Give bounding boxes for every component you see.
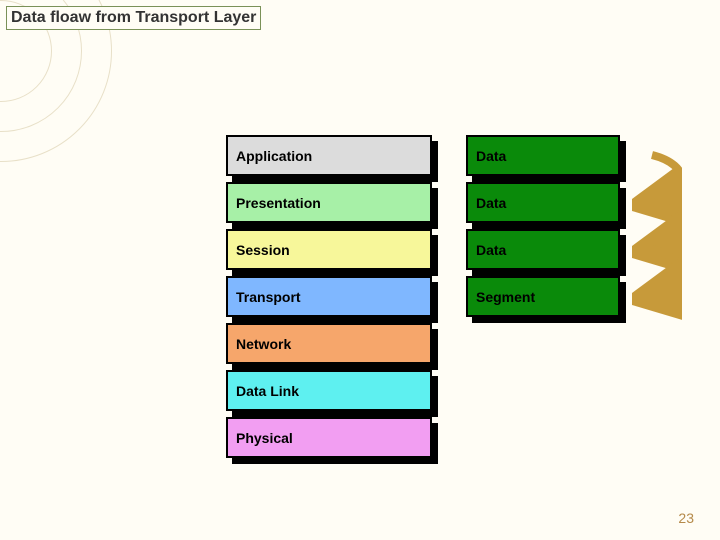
layer-name: Physical — [226, 417, 432, 458]
layer-cell: Physical — [226, 417, 438, 464]
pdu-cell: Segment — [466, 276, 626, 323]
pdu-cell: Data — [466, 182, 626, 229]
layer-row: Presentation Data — [226, 182, 686, 229]
pdu-name: Segment — [466, 276, 620, 317]
layer-name: Application — [226, 135, 432, 176]
layer-name: Network — [226, 323, 432, 364]
layer-cell: Presentation — [226, 182, 438, 229]
layer-name: Transport — [226, 276, 432, 317]
pdu-name: Data — [466, 135, 620, 176]
layer-row: Transport Segment — [226, 276, 686, 323]
layer-row: Physical — [226, 417, 686, 464]
layer-name: Session — [226, 229, 432, 270]
layer-row: Application Data — [226, 135, 686, 182]
pdu-name: Data — [466, 229, 620, 270]
layer-cell: Application — [226, 135, 438, 182]
layer-row: Data Link — [226, 370, 686, 417]
flow-arrows — [632, 135, 682, 335]
pdu-name: Data — [466, 182, 620, 223]
pdu-cell: Data — [466, 229, 626, 276]
layer-name: Presentation — [226, 182, 432, 223]
layer-row: Session Data — [226, 229, 686, 276]
layer-cell: Data Link — [226, 370, 438, 417]
layer-name: Data Link — [226, 370, 432, 411]
layer-row: Network — [226, 323, 686, 370]
layer-cell: Network — [226, 323, 438, 370]
slide-title: Data floaw from Transport Layer — [6, 6, 261, 30]
osi-diagram: Application Data Presentation Data Session Da… — [226, 135, 686, 464]
layer-cell: Session — [226, 229, 438, 276]
pdu-cell: Data — [466, 135, 626, 182]
page-number: 23 — [678, 510, 694, 526]
layer-cell: Transport — [226, 276, 438, 323]
